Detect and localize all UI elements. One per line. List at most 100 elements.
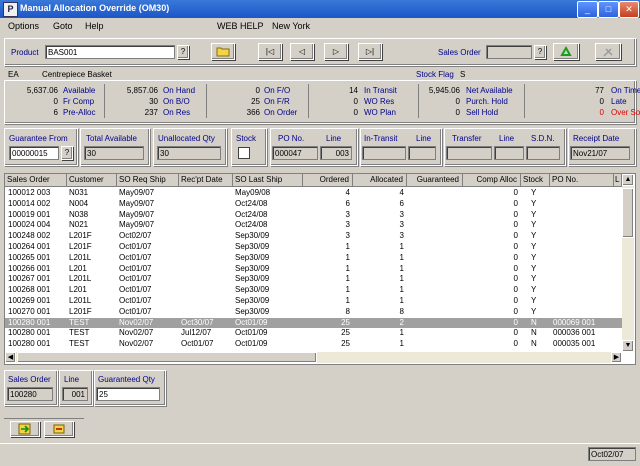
cell-so-req-ship: May09/07 [119, 209, 155, 219]
cell-allocated: 3 [399, 220, 404, 230]
first-record-button[interactable]: |◁ [258, 43, 282, 60]
cell-customer: N031 [69, 188, 89, 197]
cell-po-no: 000069 001 [553, 317, 596, 327]
menu-goto[interactable]: Goto [53, 21, 73, 31]
in-transit-detail-label: In-Transit [364, 134, 398, 143]
product-lookup-button[interactable]: ? [177, 45, 189, 59]
col-header-guaranteed[interactable]: Guaranteed [407, 174, 463, 187]
folder-button[interactable] [211, 43, 235, 60]
last-record-button[interactable]: ▷| [358, 43, 382, 60]
disabled-tool-button[interactable] [595, 43, 621, 60]
horizontal-scroll-thumb[interactable] [17, 352, 317, 363]
cell-stock: N [531, 328, 537, 338]
stock-checkbox[interactable] [238, 147, 250, 159]
sales-order-lookup-input[interactable] [486, 45, 532, 59]
table-row[interactable]: 100270 001 L201F Oct01/07 Sep30/09 8 8 0 Y [5, 307, 622, 317]
cell-customer: L201F [69, 242, 92, 251]
vertical-scrollbar[interactable]: ▲ ▼ [622, 174, 634, 352]
guarantee-from-lookup-button[interactable]: ? [61, 146, 73, 160]
table-row[interactable]: 100269 001 L201L Oct01/07 Sep30/09 1 1 0 Y [5, 296, 622, 306]
cell-sales-order: 100280 001 [8, 328, 51, 338]
cell-comp-alloc: 0 [513, 328, 518, 338]
minimize-button[interactable]: _ [577, 1, 598, 18]
cell-ordered: 1 [345, 296, 350, 305]
cell-stock: Y [531, 231, 537, 241]
cell-comp-alloc: 0 [513, 209, 518, 219]
menu-options[interactable]: Options [8, 21, 39, 31]
cell-stock: Y [531, 252, 537, 262]
on-hand-value: 5,857.06 [126, 86, 158, 95]
bottom-sales-order-label: Sales Order [8, 375, 51, 384]
cell-so-last-ship: Oct24/08 [235, 198, 268, 208]
cell-allocated: 2 [399, 317, 404, 327]
divider [418, 84, 419, 118]
col-header-so-req-ship[interactable]: SO Req Ship [117, 174, 179, 187]
scroll-down-arrow-icon[interactable]: ▼ [622, 340, 634, 352]
col-header-po-no[interactable]: PO No. [550, 174, 614, 187]
menu-web-help[interactable]: WEB HELP [217, 21, 264, 31]
col-header-stock[interactable]: Stock [521, 174, 550, 187]
menu-help[interactable]: Help [85, 21, 104, 31]
cell-so-last-ship: Oct24/08 [235, 209, 268, 219]
cell-sales-order: 100266 001 [8, 263, 51, 273]
table-row[interactable]: 100012 003 N031 May09/07 May09/08 4 4 0 Y [5, 188, 622, 198]
exit-button[interactable] [44, 421, 74, 437]
col-header-l[interactable]: L [614, 174, 622, 187]
table-row[interactable]: 100265 001 L201L Oct01/07 Sep30/09 1 1 0 Y [5, 253, 622, 263]
guaranteed-qty-input[interactable]: 25 [96, 387, 160, 401]
table-row[interactable]: 100264 001 L201F Oct01/07 Sep30/09 1 1 0 Y [5, 242, 622, 252]
product-input[interactable]: BAS001 [45, 45, 175, 59]
sales-order-lookup-button[interactable]: ? [534, 45, 546, 59]
guarantee-from-input[interactable]: 00000015 [9, 146, 59, 160]
cell-so-last-ship: May09/08 [235, 188, 271, 197]
cell-ordered: 1 [345, 242, 350, 251]
table-row[interactable]: 100280 001 TEST Nov02/07 Oct30/07 Oct01/09 25… [5, 317, 622, 328]
table-row[interactable]: 100024 004 N021 May09/07 Oct24/08 3 3 0 Y [5, 220, 622, 230]
receipt-date-label: Receipt Date [573, 134, 620, 143]
scroll-up-arrow-icon[interactable]: ▲ [622, 174, 634, 186]
table-row[interactable]: 100266 001 L201 Oct01/07 Sep30/09 1 1 0 Y [5, 264, 622, 274]
location-label: New York [272, 21, 311, 31]
close-button[interactable]: ✕ [619, 1, 639, 18]
uom-text: EA [8, 70, 19, 79]
on-order-value: 366 [246, 108, 260, 117]
sell-hold-value: 0 [455, 108, 460, 117]
horizontal-scrollbar[interactable]: ◀ ▶ [5, 352, 622, 363]
cell-ordered: 6 [345, 198, 350, 208]
cell-comp-alloc: 0 [513, 317, 518, 327]
col-header-ordered[interactable]: Ordered [303, 174, 353, 187]
next-record-button[interactable]: ▷ [324, 43, 348, 60]
table-row[interactable]: 100267 001 L201L Oct01/07 Sep30/09 1 1 0 Y [5, 274, 622, 284]
col-header-sales-order[interactable]: Sales Order [5, 174, 67, 187]
maximize-button[interactable]: □ [598, 1, 619, 18]
table-row[interactable]: 100268 001 L201 Oct01/07 Sep30/09 1 1 0 Y [5, 285, 622, 295]
scroll-left-arrow-icon[interactable]: ◀ [5, 352, 16, 363]
col-header-receipt-date[interactable]: Rec'pt Date [179, 174, 233, 187]
col-header-allocated[interactable]: Allocated [353, 174, 407, 187]
table-row[interactable]: 100014 002 N004 May09/07 Oct24/08 6 6 0 Y [5, 199, 622, 209]
table-row[interactable]: 100019 001 N038 May09/07 Oct24/08 3 3 0 Y [5, 210, 622, 220]
table-row[interactable]: 100248 002 L201F Oct02/07 Sep30/09 3 3 0 Y [5, 231, 622, 241]
scroll-right-arrow-icon[interactable]: ▶ [611, 352, 622, 363]
fr-comp-label: Fr Comp [63, 97, 95, 106]
fr-comp-value: 0 [53, 97, 58, 106]
cell-sales-order: 100269 001 [8, 296, 51, 305]
cell-so-req-ship: Oct01/07 [119, 306, 152, 316]
purch-hold-value: 0 [455, 97, 460, 106]
cell-allocated: 1 [399, 274, 404, 284]
prev-record-button[interactable]: ◁ [290, 43, 314, 60]
col-header-so-last-ship[interactable]: SO Last Ship [233, 174, 303, 187]
accept-button[interactable] [10, 421, 40, 437]
cell-comp-alloc: 0 [513, 306, 518, 316]
refresh-button[interactable] [553, 43, 579, 60]
folder-icon [216, 47, 230, 57]
vertical-scroll-thumb[interactable] [622, 188, 634, 238]
status-bar [0, 443, 640, 466]
unallocated-qty-label: Unallocated Qty [158, 134, 215, 143]
table-row[interactable]: 100280 001 TEST Nov02/07 Oct01/07 Oct01/09 25… [5, 339, 622, 349]
col-header-customer[interactable]: Customer [67, 174, 117, 187]
col-header-comp-alloc[interactable]: Comp Alloc [463, 174, 521, 187]
table-row[interactable]: 100280 001 TEST Nov02/07 Jul12/07 Oct01/09 25… [5, 328, 622, 338]
transfer-line-field [494, 146, 524, 160]
over-sold-label: Over Sold [611, 108, 640, 117]
